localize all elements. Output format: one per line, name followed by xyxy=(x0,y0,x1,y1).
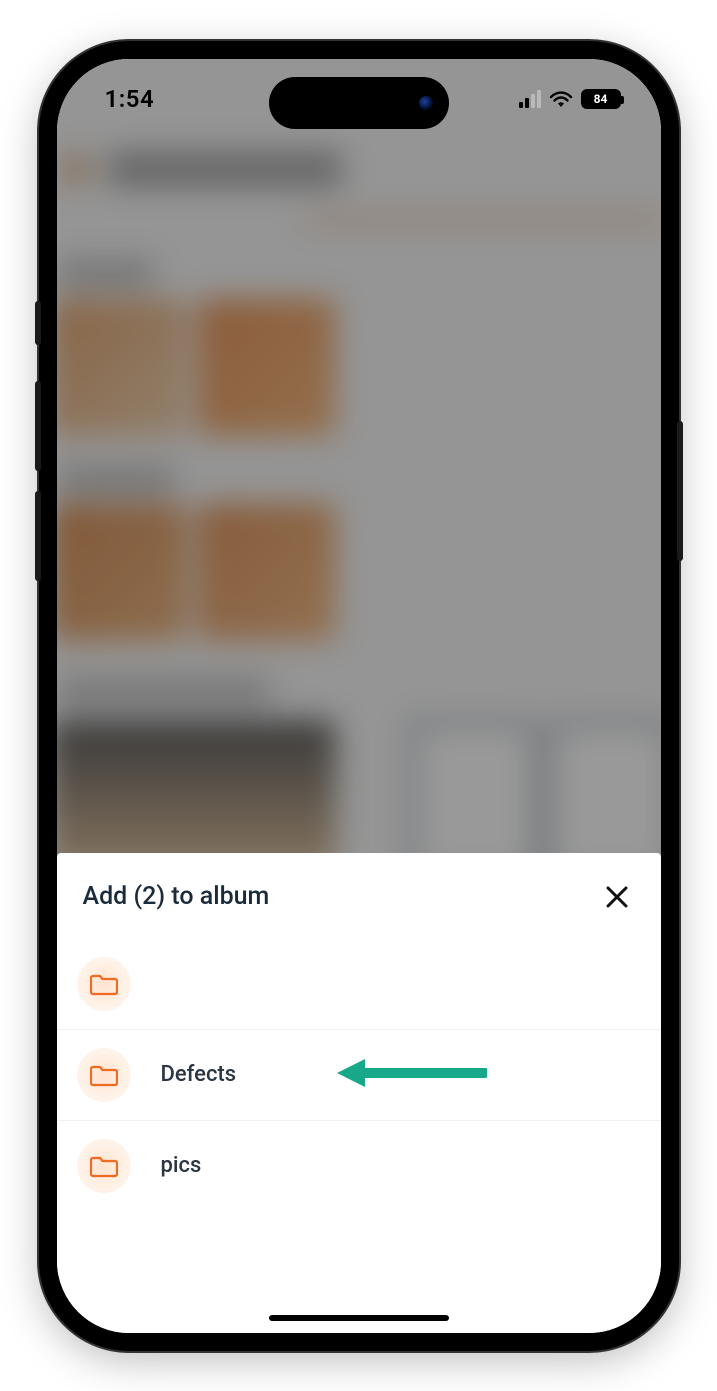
home-indicator[interactable] xyxy=(269,1315,449,1321)
close-icon xyxy=(604,884,630,910)
album-row-pics[interactable]: pics xyxy=(57,1121,661,1211)
close-button[interactable] xyxy=(599,879,635,915)
folder-icon xyxy=(77,1048,131,1102)
front-camera xyxy=(419,96,433,110)
wifi-icon xyxy=(549,90,573,108)
volume-up-button xyxy=(35,381,41,471)
power-button xyxy=(677,421,683,561)
screen: 1:54 84 xyxy=(57,59,661,1333)
battery-icon: 84 xyxy=(581,89,621,109)
phone-frame: 1:54 84 xyxy=(39,41,679,1351)
album-name: Defects xyxy=(161,1062,237,1087)
status-time: 1:54 xyxy=(105,85,155,113)
side-button xyxy=(35,301,41,345)
add-to-album-sheet: Add (2) to album xyxy=(57,853,661,1333)
sheet-title: Add (2) to album xyxy=(83,882,270,911)
tutorial-arrow xyxy=(337,1055,487,1095)
volume-down-button xyxy=(35,491,41,581)
cellular-icon xyxy=(519,90,541,108)
album-row-defects[interactable]: Defects xyxy=(57,1030,661,1121)
battery-pct: 84 xyxy=(594,92,608,106)
status-icons: 84 xyxy=(519,89,621,109)
album-row-new[interactable] xyxy=(57,939,661,1030)
dynamic-island xyxy=(269,77,449,129)
folder-icon xyxy=(77,957,131,1011)
album-name: pics xyxy=(161,1153,202,1178)
sheet-header: Add (2) to album xyxy=(57,853,661,939)
folder-icon xyxy=(77,1139,131,1193)
